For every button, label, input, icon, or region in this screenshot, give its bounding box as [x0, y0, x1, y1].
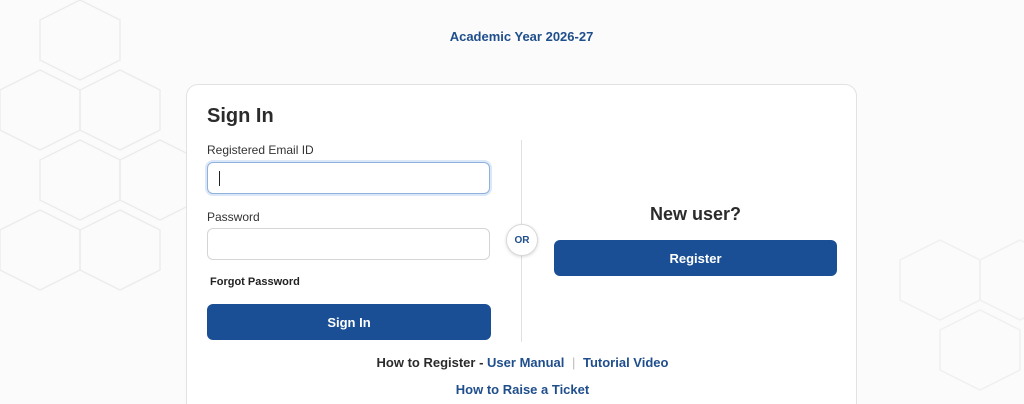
link-separator: | — [571, 355, 576, 370]
register-button[interactable]: Register — [554, 240, 837, 276]
raise-ticket-row: How to Raise a Ticket — [187, 382, 858, 397]
new-user-heading: New user? — [649, 204, 742, 224]
or-badge: OR — [506, 224, 538, 256]
signin-title: Sign In — [207, 105, 274, 127]
forgot-password-link[interactable]: Forgot Password — [210, 276, 300, 288]
text-caret — [219, 171, 220, 186]
user-manual-link[interactable]: User Manual — [487, 355, 564, 370]
login-card: Sign In Registered Email ID Password For… — [186, 84, 857, 404]
tutorial-video-link[interactable]: Tutorial Video — [583, 355, 668, 370]
signin-button[interactable]: Sign In — [207, 304, 491, 340]
password-input[interactable] — [207, 228, 490, 260]
raise-ticket-link[interactable]: How to Raise a Ticket — [456, 382, 589, 397]
academic-year-heading: Academic Year 2026-27 — [449, 29, 594, 44]
password-label: Password — [207, 210, 260, 224]
help-links-row: How to Register - User Manual | Tutorial… — [187, 355, 858, 370]
email-label: Registered Email ID — [207, 143, 314, 157]
how-to-register-label: How to Register - — [376, 355, 484, 370]
email-input[interactable] — [207, 162, 490, 194]
